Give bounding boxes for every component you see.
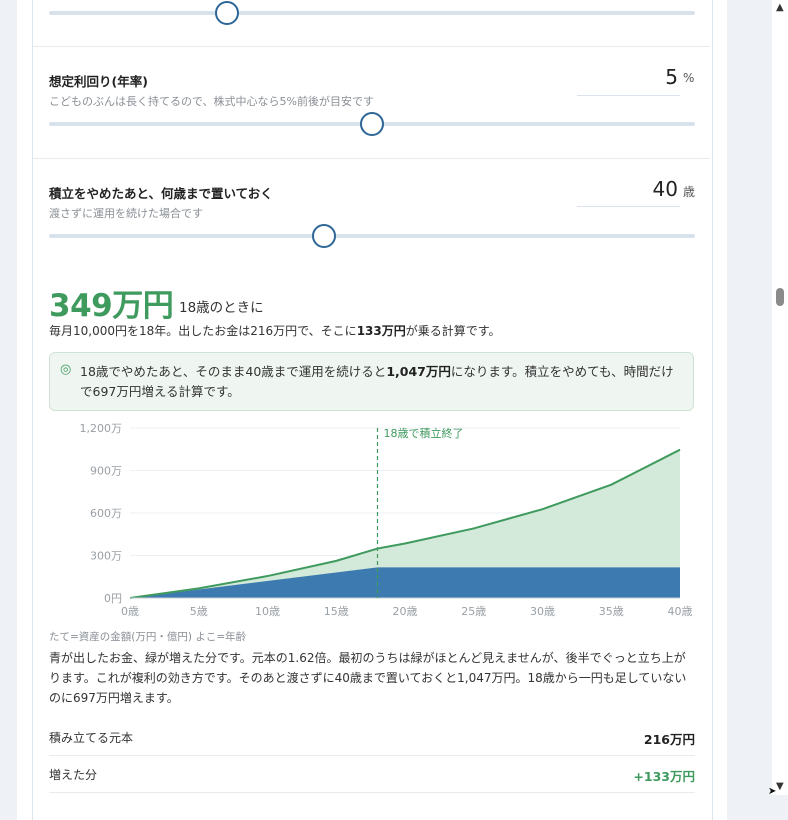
hold-age-slider-knob[interactable] xyxy=(311,224,336,248)
summary-pre: 毎月10,000円を18年。出したお金は216万円で、そこに xyxy=(49,324,357,338)
yield-help: こどものぶんは長く持てるので、株式中心なら5%前後が目安です xyxy=(49,95,375,108)
note-pre: 18歳でやめたあと、そのまま40歳まで運用を続けると xyxy=(80,364,387,379)
principal-value: 216万円 xyxy=(643,732,695,747)
hold-note-text: 18歳でやめたあと、そのまま40歳まで運用を続けると1,047万円になります。積… xyxy=(80,362,680,402)
hold-age-value-input[interactable]: 40 xyxy=(653,177,678,201)
hold-age-help: 渡さずに運用を続けた場合です xyxy=(49,207,203,220)
y-tick-label: 900万 xyxy=(90,465,122,478)
yield-unit: % xyxy=(683,71,695,85)
yield-label: 想定利回り(年率) xyxy=(49,74,148,89)
page-scrollbar[interactable] xyxy=(772,0,788,795)
scrollbar-thumb[interactable] xyxy=(776,288,784,306)
monthly-slider-knob[interactable] xyxy=(214,1,239,25)
chart-explanation: 青が出したお金、緑が増えた分です。元本の1.62倍。最初のうちは緑がほとんど見え… xyxy=(49,651,687,705)
x-tick-label: 25歳 xyxy=(461,605,486,618)
note-bold: 1,047万円 xyxy=(386,364,451,379)
x-tick-label: 10歳 xyxy=(255,605,280,618)
x-tick-label: 20歳 xyxy=(393,605,418,618)
divider xyxy=(49,792,695,793)
hold-age-unit: 歳 xyxy=(683,185,696,199)
summary-bold: 133万円 xyxy=(356,324,406,338)
principal-label: 積み立てる元本 xyxy=(49,731,134,745)
result-age-note: 18歳のときに xyxy=(179,300,264,316)
scroll-up-arrow-icon[interactable]: ▲ xyxy=(776,2,784,13)
circle-mark-icon: ◎ xyxy=(60,362,72,377)
hold-age-input-underline xyxy=(577,206,680,207)
y-tick-label: 600万 xyxy=(90,507,122,520)
hold-age-slider-track[interactable] xyxy=(49,234,695,238)
result-summary: 毎月10,000円を18年。出したお金は216万円で、そこに133万円が乗る計算… xyxy=(49,322,501,339)
x-tick-label: 35歳 xyxy=(599,605,624,618)
summary-post: が乗る計算です。 xyxy=(405,324,501,338)
y-tick-label: 1,200万 xyxy=(80,422,123,435)
x-tick-label: 30歳 xyxy=(530,605,555,618)
scroll-down-arrow-icon[interactable]: ▼ xyxy=(776,781,784,792)
monthly-slider-track[interactable] xyxy=(49,11,695,15)
x-tick-label: 15歳 xyxy=(324,605,349,618)
asset-growth-chart: 0円 300万 600万 900万 1,200万 18歳で積立終了 0歳 5歳 10歳 15歳 20… xyxy=(80,422,693,618)
yield-slider-knob[interactable] xyxy=(360,112,384,136)
gain-value: +133万円 xyxy=(633,769,695,784)
divider xyxy=(33,46,710,47)
chart-caption: たて=資産の金額(万円・億円) よこ=年齢 xyxy=(49,631,247,643)
x-tick-label: 0歳 xyxy=(121,605,139,618)
yield-input-underline xyxy=(577,95,680,96)
stop-annotation-label: 18歳で積立終了 xyxy=(384,426,464,440)
x-tick-label: 40歳 xyxy=(668,605,693,618)
divider xyxy=(49,755,695,756)
yield-value-input[interactable]: 5 xyxy=(665,65,678,89)
x-tick-label: 5歳 xyxy=(190,605,208,618)
gain-label: 増えた分 xyxy=(49,768,98,782)
result-amount: 349万円 xyxy=(49,288,174,324)
mouse-cursor-icon: ➤ xyxy=(768,786,777,797)
divider xyxy=(33,158,710,159)
y-tick-label: 300万 xyxy=(90,550,122,563)
hold-age-label: 積立をやめたあと、何歳まで置いておく xyxy=(49,186,273,201)
principal-area xyxy=(130,567,680,598)
y-tick-label: 0円 xyxy=(104,592,122,605)
